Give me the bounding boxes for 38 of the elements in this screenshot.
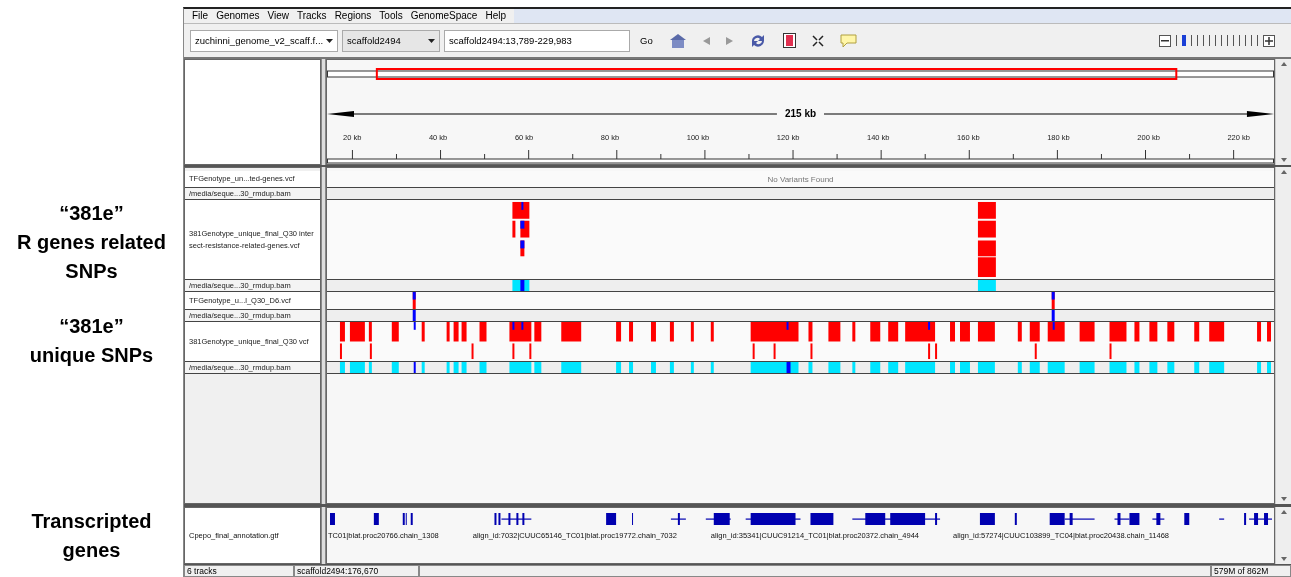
- menu-item[interactable]: Tracks: [293, 10, 331, 22]
- zoom-in-button[interactable]: [1263, 34, 1275, 47]
- zoom-tick[interactable]: [1203, 35, 1204, 47]
- zoom-tick[interactable]: [1245, 35, 1246, 47]
- locus-field[interactable]: scaffold2494:13,789-229,983: [444, 29, 630, 52]
- plus-icon: [1265, 36, 1273, 45]
- zoom-tick[interactable]: [1233, 35, 1234, 47]
- minus-icon: [1161, 39, 1169, 42]
- menu-item[interactable]: Help: [481, 10, 510, 22]
- zoom-tick[interactable]: [1239, 35, 1240, 47]
- zoom-tick[interactable]: [1251, 35, 1252, 47]
- status-tracks: 6 tracks: [184, 565, 294, 577]
- genome-dropdown[interactable]: zuchinni_genome_v2_scaff.f...: [190, 29, 338, 52]
- menu-item[interactable]: GenomeSpace: [406, 10, 482, 22]
- status-position: scaffold2494:176,670: [294, 565, 419, 577]
- status-memory: 579M of 862M: [1211, 565, 1291, 577]
- zoom-out-button[interactable]: [1159, 34, 1171, 47]
- menu-item[interactable]: Tools: [375, 10, 407, 22]
- caret-icon: [326, 38, 333, 43]
- menu-item[interactable]: View: [263, 10, 293, 22]
- menu-item[interactable]: Regions: [330, 10, 376, 22]
- menu-item[interactable]: Genomes: [212, 10, 264, 22]
- callout-label: “381e” unique SNPs: [29, 314, 154, 368]
- caret-icon: [428, 38, 435, 43]
- callout-label: “381e” R genes related SNPs: [17, 200, 166, 284]
- zoom-tick[interactable]: [1209, 35, 1210, 47]
- zoom-tick[interactable]: [1257, 35, 1258, 47]
- zoom-tick[interactable]: [1182, 35, 1186, 47]
- zoom-tick[interactable]: [1221, 35, 1222, 47]
- zoom-tick[interactable]: [1215, 35, 1216, 47]
- chromosome-dropdown[interactable]: scaffold2494: [342, 29, 440, 52]
- menu-item[interactable]: File: [188, 10, 213, 22]
- track-message: No Variants Found: [767, 174, 834, 184]
- zoom-tick[interactable]: [1227, 35, 1228, 47]
- zoom-tick[interactable]: [1176, 35, 1177, 47]
- zoom-tick[interactable]: [1197, 35, 1198, 47]
- callout-label: Transcripted genes: [31, 509, 152, 563]
- zoom-tick[interactable]: [1191, 35, 1192, 47]
